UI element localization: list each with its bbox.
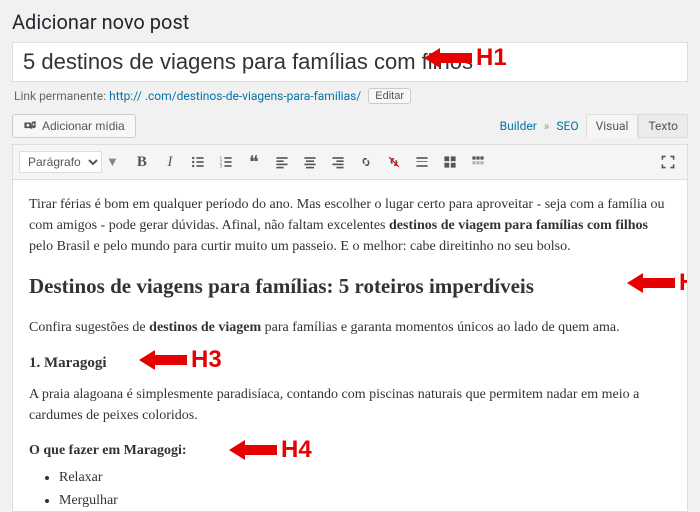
align-right-button[interactable] [325, 149, 351, 175]
intro-bold: destinos de viagem para famílias com fil… [389, 218, 648, 233]
arrow-left-icon [627, 270, 675, 296]
arrow-left-icon [139, 347, 187, 373]
permalink-slug-link[interactable]: .com/destinos-de-viagens-para-familias/ [145, 89, 361, 103]
format-select[interactable]: Parágrafo [19, 151, 102, 173]
heading-2: Destinos de viagens para famílias: 5 rot… [29, 274, 534, 298]
unlink-button[interactable] [381, 149, 407, 175]
editor-toolbar: Parágrafo ▼ B I 123 ❝ [12, 144, 688, 180]
italic-button[interactable]: I [157, 149, 183, 175]
blockquote-button[interactable]: ❝ [241, 149, 267, 175]
insert-more-button[interactable] [409, 149, 435, 175]
align-left-button[interactable] [269, 149, 295, 175]
annotation-h2: H2 [679, 265, 688, 301]
annotation-h4: H4 [281, 432, 312, 468]
grid-button[interactable] [437, 149, 463, 175]
annotation-h3: H3 [191, 342, 222, 378]
numbered-list-button[interactable]: 123 [213, 149, 239, 175]
content-editor[interactable]: Tirar férias é bom em qualquer período d… [12, 180, 688, 512]
link-button[interactable] [353, 149, 379, 175]
paragraph-3: A praia alagoana é simplesmente paradisí… [29, 384, 671, 426]
arrow-left-icon [229, 437, 277, 463]
list-item: Mergulhar [59, 490, 671, 511]
camera-music-icon [23, 119, 37, 133]
tab-builder[interactable]: Builder [493, 115, 544, 137]
tab-seo[interactable]: SEO [549, 115, 585, 137]
permalink-row: Link permanente: http:// .com/destinos-d… [14, 88, 688, 104]
add-media-label: Adicionar mídia [42, 119, 125, 133]
editor-tabs: Builder » SEO Visual Texto [493, 114, 688, 138]
bullet-list: Relaxar Mergulhar [59, 467, 671, 511]
tab-visual[interactable]: Visual [586, 114, 639, 138]
svg-text:3: 3 [219, 165, 222, 170]
heading-4: O que fazer em Maragogi: [29, 443, 187, 458]
post-title-input[interactable] [12, 42, 688, 82]
fullscreen-button[interactable] [655, 149, 681, 175]
page-title: Adicionar novo post [12, 10, 688, 34]
permalink-base-link[interactable]: http:// [109, 89, 142, 103]
add-media-button[interactable]: Adicionar mídia [12, 114, 136, 138]
toolbar-toggle-button[interactable] [465, 149, 491, 175]
bold-button[interactable]: B [129, 149, 155, 175]
align-center-button[interactable] [297, 149, 323, 175]
bullet-list-button[interactable] [185, 149, 211, 175]
heading-3: 1. Maragogi [29, 355, 106, 371]
list-item: Relaxar [59, 467, 671, 488]
permalink-edit-button[interactable]: Editar [368, 88, 411, 104]
tab-texto[interactable]: Texto [638, 114, 688, 138]
